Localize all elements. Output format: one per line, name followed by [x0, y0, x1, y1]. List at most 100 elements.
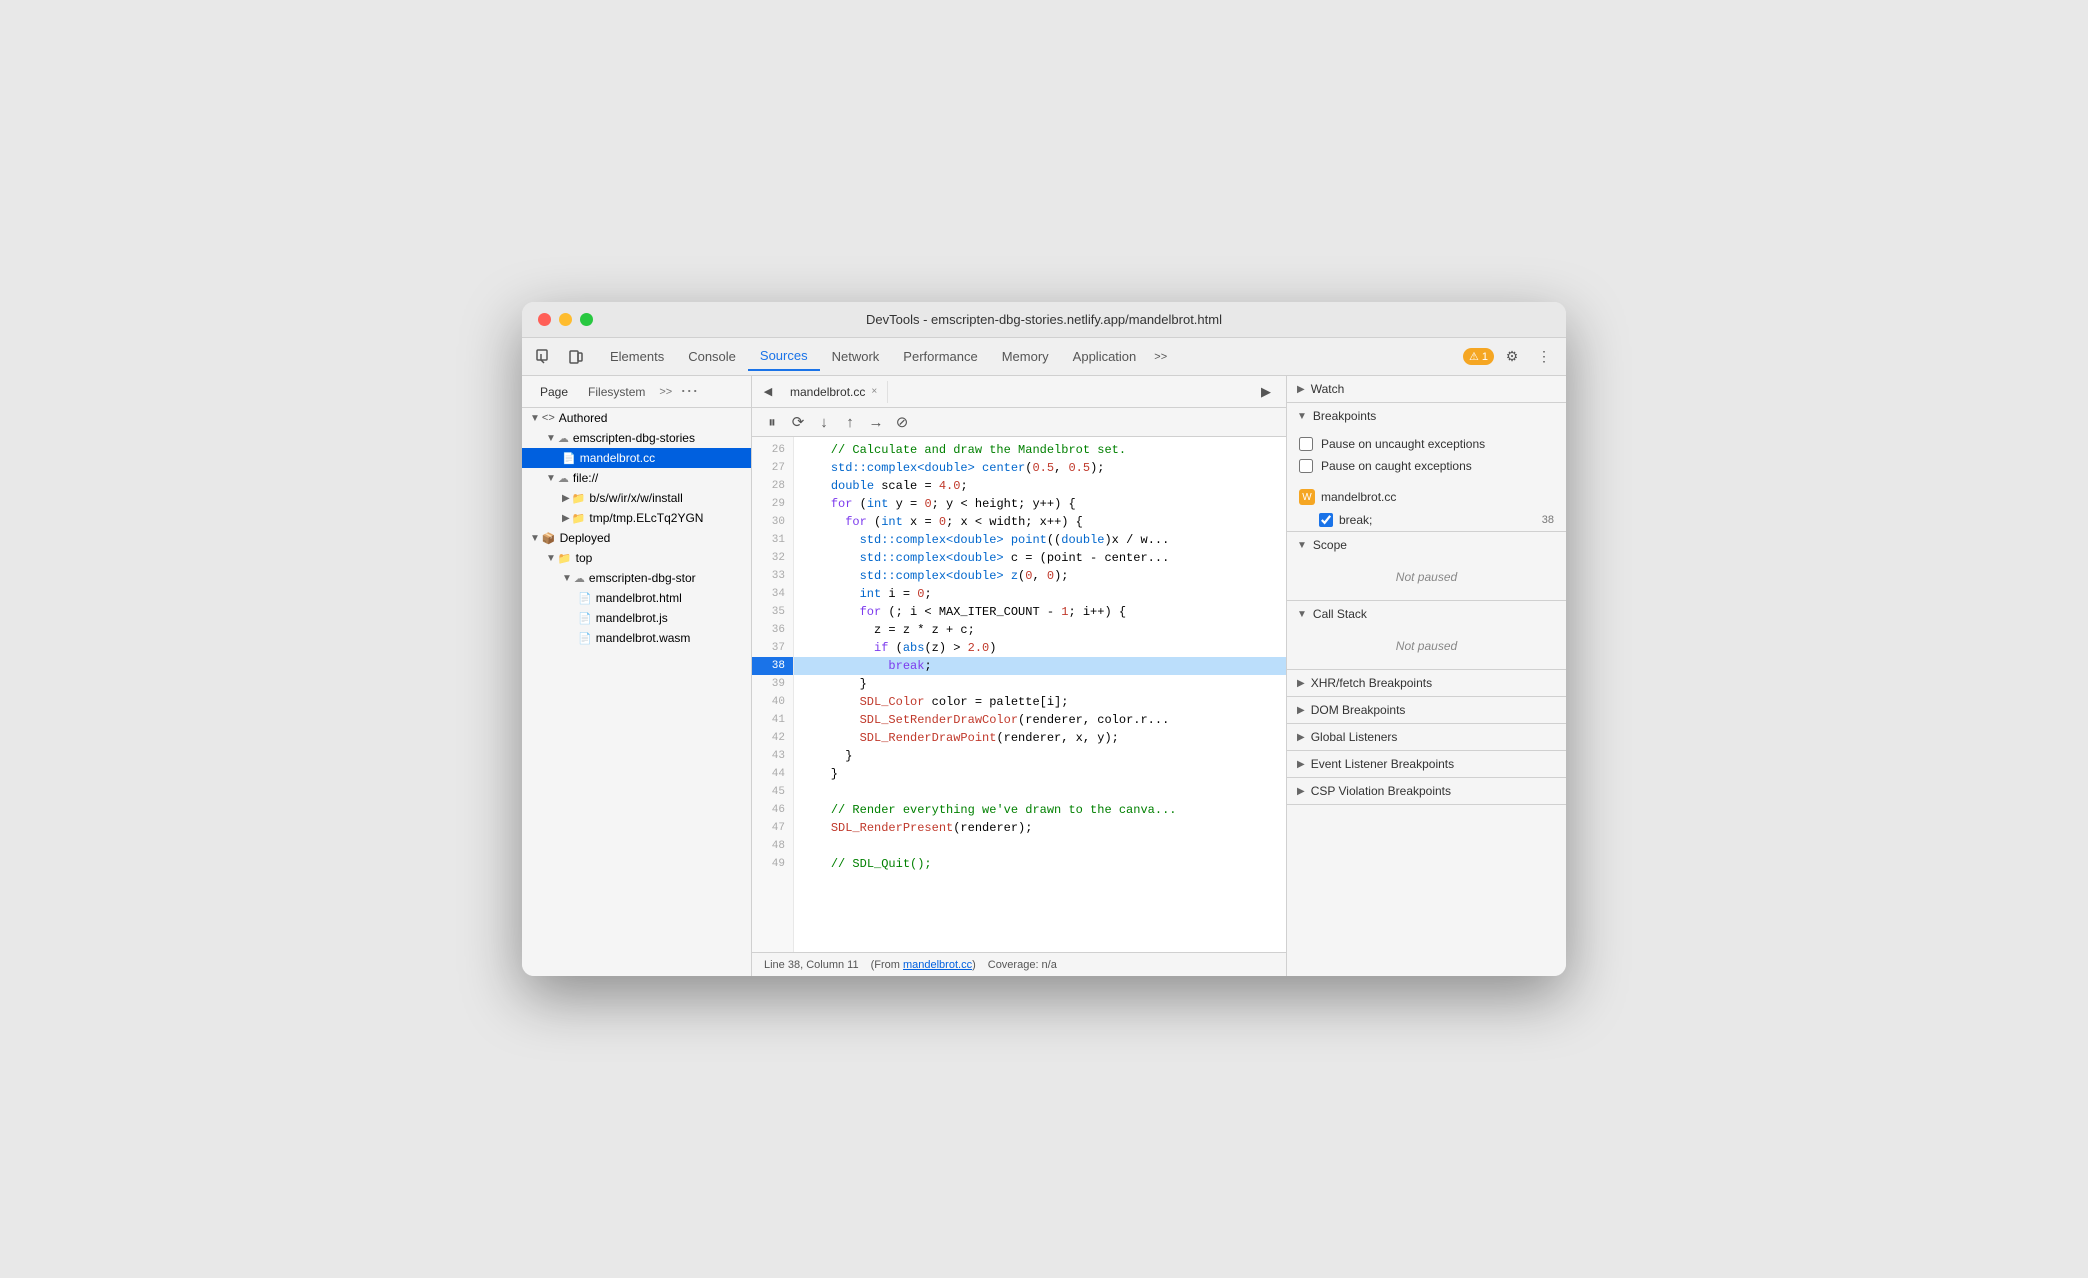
device-toggle-button[interactable]: [562, 343, 590, 371]
expand-file-icon: ▼: [546, 473, 556, 484]
mandelbrot-html-label: mandelbrot.html: [596, 591, 682, 605]
tree-item-deployed[interactable]: ▼ 📦 Deployed: [522, 528, 751, 548]
secondary-tabs-more[interactable]: >>: [655, 382, 676, 402]
mandelbrot-cc-label: mandelbrot.cc: [580, 451, 655, 465]
warning-icon: ⚠: [1469, 350, 1479, 363]
watch-arrow-icon: ▶: [1297, 384, 1305, 395]
line-num-34: 34: [752, 585, 793, 603]
tab-performance[interactable]: Performance: [891, 343, 989, 370]
code-editor-area[interactable]: 26 27 28 29 30 31 32 33 34 35 36 37 38 3…: [752, 437, 1286, 952]
tree-item-mandelbrot-wasm[interactable]: 📄 mandelbrot.wasm: [522, 628, 751, 648]
line-numbers: 26 27 28 29 30 31 32 33 34 35 36 37 38 3…: [752, 437, 794, 952]
tree-item-tmp[interactable]: ▶ 📁 tmp/tmp.ELcTq2YGN: [522, 508, 751, 528]
inspect-element-button[interactable]: [530, 343, 558, 371]
dom-bp-section: ▶ DOM Breakpoints: [1287, 697, 1566, 724]
event-listeners-arrow-icon: ▶: [1297, 759, 1305, 770]
csp-label: CSP Violation Breakpoints: [1311, 784, 1451, 798]
code-tab-mandelbrot-cc[interactable]: mandelbrot.cc ×: [780, 381, 888, 403]
global-listeners-section: ▶ Global Listeners: [1287, 724, 1566, 751]
titlebar: DevTools - emscripten-dbg-stories.netlif…: [522, 302, 1566, 338]
xhr-section: ▶ XHR/fetch Breakpoints: [1287, 670, 1566, 697]
line-num-41: 41: [752, 711, 793, 729]
maximize-button[interactable]: [580, 313, 593, 326]
tree-item-install[interactable]: ▶ 📁 b/s/w/ir/x/w/install: [522, 488, 751, 508]
pause-uncaught-checkbox[interactable]: [1299, 437, 1313, 451]
tree-item-file[interactable]: ▼ ☁ file://: [522, 468, 751, 488]
line-num-43: 43: [752, 747, 793, 765]
tab-filesystem[interactable]: Filesystem: [578, 381, 655, 403]
code-line-27: std::complex<double> center(0.5, 0.5);: [794, 459, 1286, 477]
code-line-46: // Render everything we've drawn to the …: [794, 801, 1286, 819]
code-line-40: SDL_Color color = palette[i];: [794, 693, 1286, 711]
tabs-more-button[interactable]: >>: [1148, 347, 1173, 367]
tab-page[interactable]: Page: [530, 381, 578, 403]
step-out-button[interactable]: ↑: [838, 410, 862, 434]
status-bar: Line 38, Column 11 (From mandelbrot.cc) …: [752, 952, 1286, 976]
debugger-panel: ▶ Watch ▼ Breakpoints Pause on uncaught …: [1286, 376, 1566, 976]
line-num-28: 28: [752, 477, 793, 495]
line-num-33: 33: [752, 567, 793, 585]
code-line-36: z = z * z + c;: [794, 621, 1286, 639]
global-listeners-arrow-icon: ▶: [1297, 732, 1305, 743]
dom-bp-section-header[interactable]: ▶ DOM Breakpoints: [1287, 697, 1566, 723]
code-line-26: // Calculate and draw the Mandelbrot set…: [794, 441, 1286, 459]
tree-item-emscripten-authored[interactable]: ▼ ☁ emscripten-dbg-stories: [522, 428, 751, 448]
tab-application[interactable]: Application: [1061, 343, 1149, 370]
tab-network[interactable]: Network: [820, 343, 892, 370]
call-stack-section-header[interactable]: ▼ Call Stack: [1287, 601, 1566, 627]
tree-item-emscripten-deployed[interactable]: ▼ ☁ emscripten-dbg-stor: [522, 568, 751, 588]
pause-caught-checkbox[interactable]: [1299, 459, 1313, 473]
tab-console[interactable]: Console: [676, 343, 748, 370]
close-button[interactable]: [538, 313, 551, 326]
tree-item-authored[interactable]: ▼ <> Authored: [522, 408, 751, 428]
line-num-46: 46: [752, 801, 793, 819]
more-options-button[interactable]: ⋮: [1530, 343, 1558, 371]
folder-icon-top: 📁: [558, 552, 572, 565]
scope-section-header[interactable]: ▼ Scope: [1287, 532, 1566, 558]
tree-item-mandelbrot-js[interactable]: 📄 mandelbrot.js: [522, 608, 751, 628]
code-line-38: break;: [794, 657, 1286, 675]
breakpoint-enabled-checkbox[interactable]: [1319, 513, 1333, 527]
code-tab-close[interactable]: ×: [871, 386, 877, 397]
folder-icon-install: 📁: [572, 492, 586, 505]
secondary-tabs-dots[interactable]: ⋯: [676, 381, 702, 402]
tree-item-mandelbrot-html[interactable]: 📄 mandelbrot.html: [522, 588, 751, 608]
devtools-body: Page Filesystem >> ⋯ ▼ <> Authored ▼ ☁ e…: [522, 376, 1566, 976]
tmp-label: tmp/tmp.ELcTq2YGN: [589, 511, 703, 525]
scope-not-paused: Not paused: [1299, 562, 1554, 592]
watch-section-header[interactable]: ▶ Watch: [1287, 376, 1566, 402]
breakpoint-item-38[interactable]: break; 38: [1287, 509, 1566, 531]
line-num-36: 36: [752, 621, 793, 639]
toggle-right-panel-button[interactable]: ▶: [1254, 380, 1278, 404]
tab-memory[interactable]: Memory: [990, 343, 1061, 370]
code-line-43: }: [794, 747, 1286, 765]
event-listeners-section-header[interactable]: ▶ Event Listener Breakpoints: [1287, 751, 1566, 777]
code-tab-label: mandelbrot.cc: [790, 385, 865, 399]
global-listeners-section-header[interactable]: ▶ Global Listeners: [1287, 724, 1566, 750]
tree-item-top[interactable]: ▼ 📁 top: [522, 548, 751, 568]
minimize-button[interactable]: [559, 313, 572, 326]
warning-badge[interactable]: ⚠ 1: [1463, 348, 1494, 365]
step-into-button[interactable]: ↓: [812, 410, 836, 434]
deactivate-breakpoints-button[interactable]: ⊘: [890, 410, 914, 434]
line-num-37: 37: [752, 639, 793, 657]
tab-list: Elements Console Sources Network Perform…: [598, 342, 1463, 371]
file-icon-cc: 📄: [562, 452, 576, 465]
emscripten-authored-label: emscripten-dbg-stories: [573, 431, 695, 445]
tab-elements[interactable]: Elements: [598, 343, 676, 370]
breakpoints-section-header[interactable]: ▼ Breakpoints: [1287, 403, 1566, 429]
toggle-sidebar-button[interactable]: ◀: [756, 380, 780, 404]
file-label: file://: [573, 471, 598, 485]
code-line-48: [794, 837, 1286, 855]
pause-resume-button[interactable]: ⏸: [760, 410, 784, 434]
xhr-section-header[interactable]: ▶ XHR/fetch Breakpoints: [1287, 670, 1566, 696]
code-line-39: }: [794, 675, 1286, 693]
source-link[interactable]: mandelbrot.cc: [903, 959, 972, 971]
settings-button[interactable]: ⚙: [1498, 343, 1526, 371]
debug-controls-bar: ⏸ ⟳ ↓ ↑ → ⊘: [752, 408, 1286, 437]
csp-section-header[interactable]: ▶ CSP Violation Breakpoints: [1287, 778, 1566, 804]
step-button[interactable]: →: [864, 410, 888, 434]
tab-sources[interactable]: Sources: [748, 342, 820, 371]
tree-item-mandelbrot-cc[interactable]: 📄 mandelbrot.cc: [522, 448, 751, 468]
step-over-button[interactable]: ⟳: [786, 410, 810, 434]
